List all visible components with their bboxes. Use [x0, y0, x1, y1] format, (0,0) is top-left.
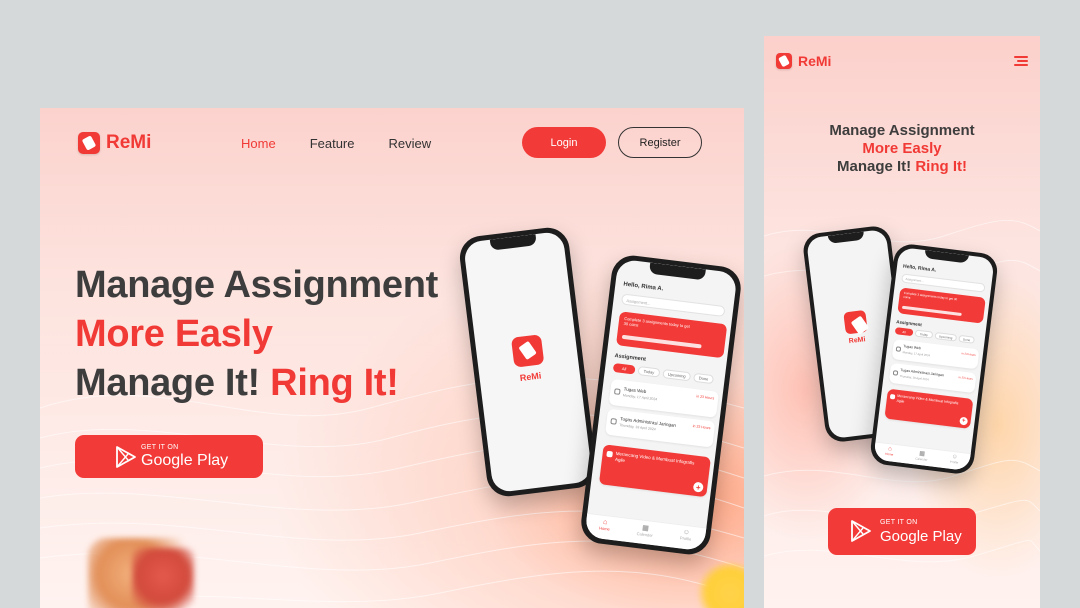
brand-logo[interactable]: ReMi — [78, 132, 151, 154]
hamburger-menu-icon[interactable] — [1014, 56, 1028, 66]
app-chip-upcoming[interactable]: Upcoming — [662, 369, 692, 382]
app-section-title: Assignment — [895, 319, 923, 328]
app-tab-calendar[interactable]: ▦ Calender — [915, 450, 929, 466]
login-button[interactable]: Login — [522, 127, 606, 158]
app-greeting: Hello, Rima A. — [902, 263, 937, 274]
app-section-title: Assignment — [614, 353, 647, 363]
checkbox-icon[interactable] — [889, 393, 896, 400]
app-chip-today[interactable]: Today — [914, 329, 934, 339]
add-icon[interactable]: + — [959, 416, 969, 426]
hero-line-3b: Ring It! — [270, 362, 399, 404]
mobile-hero-heading: Manage Assignment More Easly Manage It! … — [764, 122, 1040, 176]
app-promo-progress — [621, 334, 702, 349]
mobile-hero-line-1: Manage Assignment — [829, 122, 975, 139]
app-logo-icon — [510, 334, 545, 368]
desktop-landing-frame: ReMi Home Feature Review Login Register … — [40, 108, 744, 608]
mobile-hero-line-3: Manage It! Ring It! — [764, 158, 1040, 176]
google-play-icon — [851, 520, 871, 542]
app-chip-done[interactable]: Done — [958, 334, 976, 344]
hero-line-1: Manage Assignment — [75, 264, 439, 306]
store-small-label: GET IT ON — [141, 444, 179, 451]
store-small-label: GET IT ON — [880, 519, 918, 526]
nav-review[interactable]: Review — [389, 136, 432, 151]
app-chip-done[interactable]: Done — [693, 372, 715, 385]
app-tab-home[interactable]: ⌂ Home — [884, 446, 894, 462]
app-tab-profile[interactable]: ☺ Profile — [679, 528, 693, 549]
app-tab-profile[interactable]: ☺ Profile — [949, 454, 959, 470]
google-play-button[interactable]: GET IT ON Google Play — [75, 435, 263, 478]
nav-home[interactable]: Home — [241, 136, 276, 151]
nav-feature[interactable]: Feature — [310, 136, 355, 151]
app-assignment-card-active[interactable]: Merancang Video & Membuat Infografis Agi… — [884, 388, 974, 429]
app-logo-icon — [843, 309, 868, 335]
app-assignment-card-active[interactable]: Merancang Video & Membuat Infografis Agi… — [598, 444, 711, 498]
main-nav: Home Feature Review — [241, 136, 431, 151]
app-promo-text: Complete 3 assignments today to get 30 c… — [903, 290, 958, 302]
app-promo-progress — [901, 305, 962, 317]
app-promo-text: Complete 3 assignments today to get 30 c… — [623, 315, 691, 329]
add-icon[interactable]: + — [692, 481, 704, 493]
mobile-hero-line-3b: Ring It! — [915, 158, 967, 175]
app-tab-calendar[interactable]: ▦ Calender — [636, 523, 655, 545]
app-chip-today[interactable]: Today — [637, 365, 661, 378]
app-promo-card: Complete 3 assignments today to get 30 c… — [615, 311, 728, 359]
app-splash-label: ReMi — [519, 370, 542, 384]
mobile-hero-line-2: More Easly — [862, 140, 942, 157]
brand-logo[interactable]: ReMi — [776, 53, 831, 69]
checkbox-icon[interactable] — [610, 418, 617, 425]
brand-name: ReMi — [798, 53, 832, 69]
app-promo-card: Complete 3 assignments today to get 30 c… — [897, 287, 986, 324]
hero-line-2: More Easly — [75, 313, 273, 355]
google-play-icon — [116, 446, 136, 468]
register-button[interactable]: Register — [618, 127, 702, 158]
google-play-button[interactable]: GET IT ON Google Play — [828, 508, 976, 555]
remi-logo-icon — [78, 132, 100, 154]
mobile-landing-frame: ReMi Manage Assignment More Easly Manage… — [764, 36, 1040, 608]
app-chip-all[interactable]: All — [612, 362, 636, 375]
checkbox-icon[interactable] — [606, 450, 613, 458]
clipboard-illustration — [88, 538, 198, 608]
checkbox-icon[interactable] — [892, 370, 899, 376]
brand-name: ReMi — [106, 132, 152, 153]
app-splash-label: ReMi — [848, 336, 866, 346]
app-greeting: Hello, Rima A. — [623, 281, 664, 293]
hero-line-3a: Manage It! — [75, 362, 260, 404]
app-tab-home[interactable]: ⌂ Home — [598, 518, 611, 539]
app-chip-all[interactable]: All — [894, 327, 914, 337]
checkbox-icon[interactable] — [613, 388, 621, 395]
hero-line-3: Manage It! Ring It! — [75, 359, 438, 408]
app-chip-upcoming[interactable]: Upcoming — [934, 331, 958, 342]
remi-logo-icon — [776, 53, 792, 69]
store-big-label: Google Play — [880, 528, 962, 545]
checkbox-icon[interactable] — [895, 346, 902, 352]
hero-heading: Manage Assignment More Easly Manage It! … — [75, 261, 438, 408]
store-big-label: Google Play — [141, 452, 229, 469]
mobile-hero-line-3a: Manage It! — [836, 158, 912, 175]
